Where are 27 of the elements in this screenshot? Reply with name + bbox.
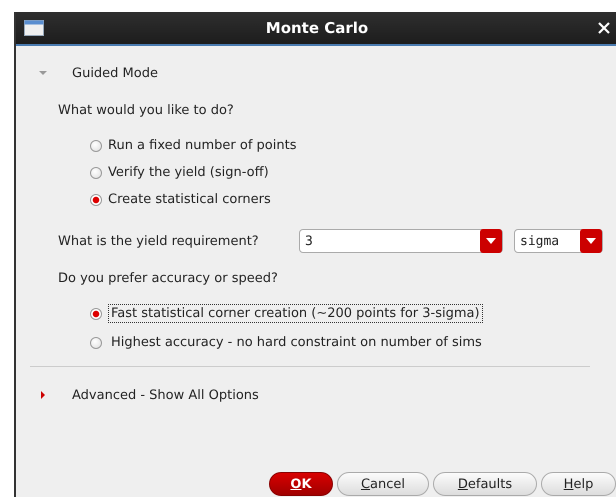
unit-combo[interactable]: sigma — [514, 229, 603, 253]
radio-label[interactable]: Highest accuracy - no hard constraint on number of sims — [108, 333, 485, 352]
dropdown-icon[interactable] — [580, 229, 602, 253]
dialog-button[interactable]: Help — [541, 472, 616, 496]
radio-label[interactable]: Fast statistical corner creation (~200 points for 3-sigma) — [108, 304, 483, 323]
window-icon — [24, 20, 44, 36]
radio-button[interactable] — [90, 194, 102, 206]
radio-button[interactable] — [90, 140, 102, 152]
radio-button[interactable] — [90, 336, 102, 348]
expand-icon[interactable] — [38, 390, 48, 400]
radio-button[interactable] — [90, 308, 102, 320]
radio-label[interactable]: Create statistical corners — [108, 192, 271, 207]
dropdown-icon[interactable] — [480, 229, 502, 253]
dialog-button[interactable]: OK — [269, 472, 333, 496]
radio-button[interactable] — [90, 166, 102, 178]
question-label: What would you like to do? — [58, 103, 235, 118]
section-label[interactable]: Advanced - Show All Options — [72, 388, 259, 402]
close-icon[interactable] — [598, 22, 610, 34]
field-label: What is the yield requirement? — [58, 234, 260, 248]
dialog-button[interactable]: Defaults — [433, 472, 537, 496]
section-label[interactable]: Guided Mode — [72, 66, 158, 80]
dialog-button[interactable]: Cancel — [337, 472, 429, 496]
window-title: Monte Carlo — [266, 19, 368, 37]
question-label: Do you prefer accuracy or speed? — [58, 271, 279, 286]
radio-label[interactable]: Run a fixed number of points — [108, 138, 296, 153]
radio-label[interactable]: Verify the yield (sign-off) — [108, 165, 269, 180]
yield-combo[interactable]: 3 — [299, 229, 503, 253]
